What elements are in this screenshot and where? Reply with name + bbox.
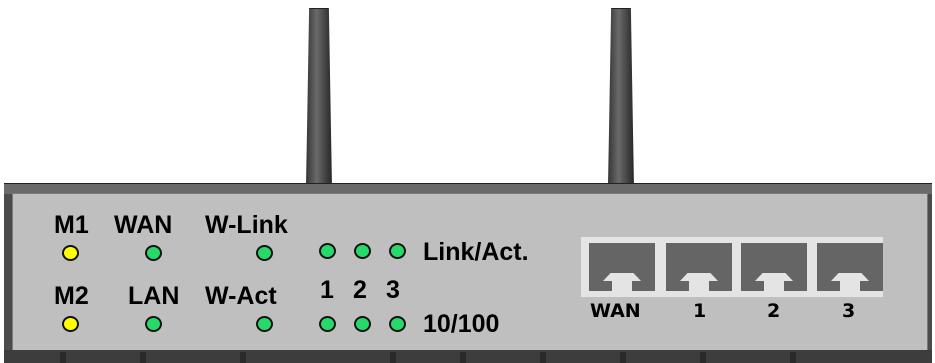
vent — [790, 352, 796, 363]
vent — [460, 352, 466, 363]
led-label-m1: M1 — [54, 211, 89, 239]
port-label-2: 2 — [767, 300, 781, 322]
port-number-2: 2 — [353, 276, 367, 304]
vent — [540, 352, 546, 363]
port-number-1: 1 — [320, 276, 334, 304]
led-label-link-act: Link/Act. — [423, 238, 529, 266]
vent — [140, 352, 146, 363]
port1-speed-led — [319, 316, 336, 332]
wact-led-indicator — [256, 316, 273, 332]
port2-link-led — [354, 243, 371, 259]
led-label-wlink: W-Link — [205, 211, 288, 239]
port3-speed-led — [389, 316, 406, 332]
led-label-m2: M2 — [54, 282, 89, 310]
lan-port-2-icon[interactable] — [741, 243, 807, 291]
wan-led-indicator — [145, 245, 162, 261]
vent — [390, 352, 396, 363]
port3-link-led — [389, 243, 406, 259]
ethernet-port-block — [581, 237, 883, 297]
port1-link-led — [319, 243, 336, 259]
vent — [240, 352, 246, 363]
led-label-lan: LAN — [128, 282, 180, 310]
port-label-1: 1 — [693, 300, 707, 322]
led-label-wan: WAN — [114, 211, 173, 239]
lan-port-1-icon[interactable] — [666, 243, 732, 291]
m1-led-indicator — [62, 245, 79, 261]
vent — [60, 352, 66, 363]
port2-speed-led — [354, 316, 371, 332]
vent — [620, 352, 626, 363]
vent — [700, 352, 706, 363]
antenna-right — [608, 8, 634, 190]
lan-port-3-icon[interactable] — [817, 243, 883, 291]
wan-port-icon[interactable] — [589, 243, 655, 291]
m2-led-indicator — [62, 316, 79, 332]
led-label-wact: W-Act — [205, 282, 277, 310]
port-label-wan: WAN — [590, 300, 641, 322]
antenna-left — [306, 8, 332, 190]
led-label-speed: 10/100 — [423, 310, 500, 338]
port-label-3: 3 — [842, 300, 856, 322]
lan-led-indicator — [145, 316, 162, 332]
port-number-3: 3 — [386, 276, 400, 304]
wlink-led-indicator — [256, 245, 273, 261]
